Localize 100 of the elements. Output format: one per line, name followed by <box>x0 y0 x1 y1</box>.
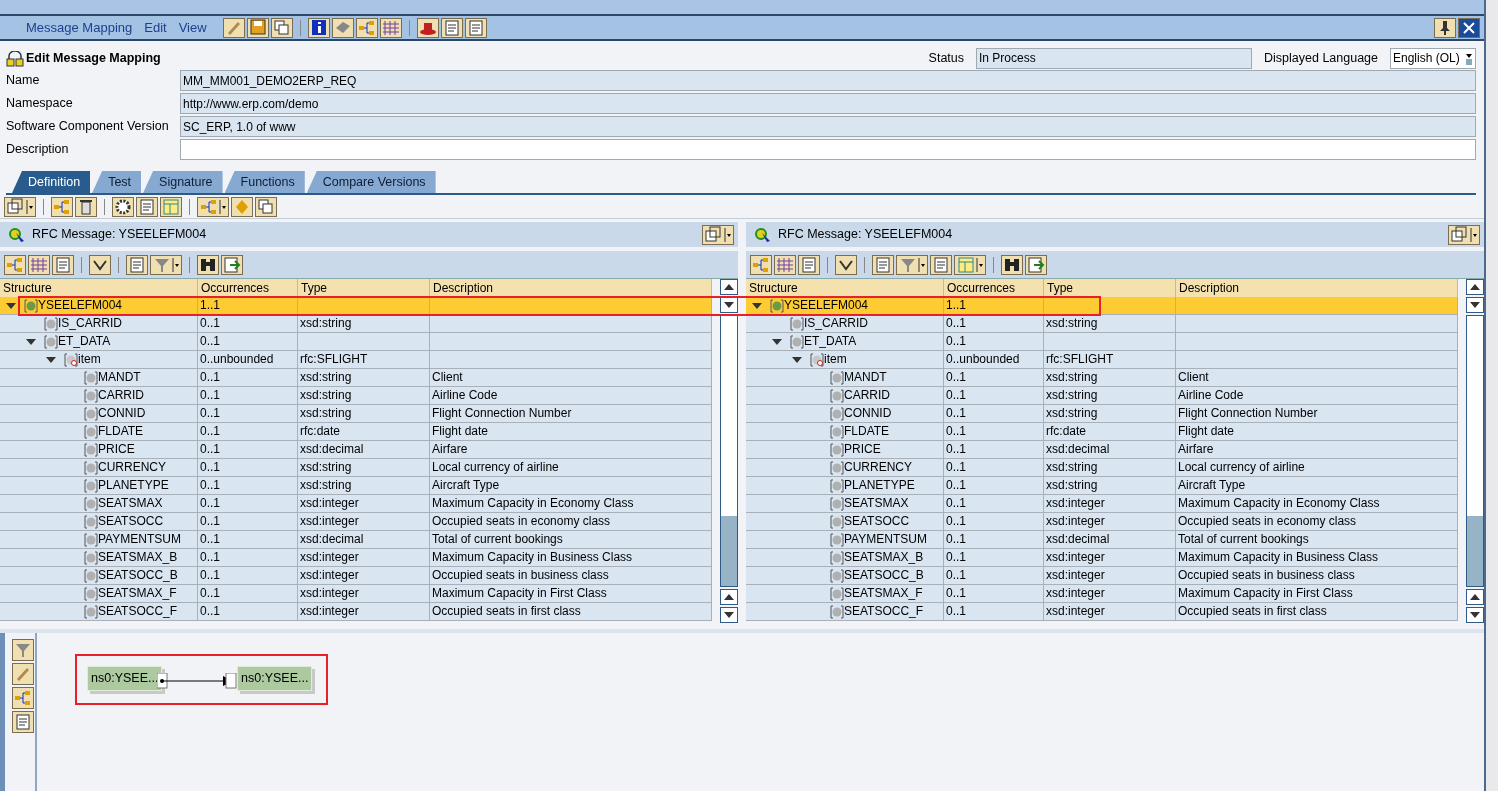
hierarchy-icon[interactable] <box>355 17 378 38</box>
tree-row[interactable]: SEATSMAX_B 0..1 xsd:integer Maximum Capacity in Business Class <box>746 549 1458 567</box>
column-header[interactable]: Type <box>298 279 430 297</box>
document-icon[interactable] <box>126 254 148 275</box>
document-icon[interactable] <box>136 196 158 217</box>
tree-row[interactable]: SEATSMAX_F 0..1 xsd:integer Maximum Capacity in First Class <box>746 585 1458 603</box>
tree-row[interactable]: PLANETYPE 0..1 xsd:string Aircraft Type <box>0 477 712 495</box>
scroll-track[interactable] <box>720 315 738 587</box>
trash-icon[interactable] <box>75 196 97 217</box>
tree-row[interactable]: item 0..unbounded rfc:SFLIGHT <box>746 351 1458 369</box>
window-icon[interactable] <box>4 196 36 217</box>
tree-row[interactable]: YSEELEFM004 1..1 <box>0 297 712 315</box>
scroll-thumb[interactable] <box>1467 516 1483 586</box>
document-icon[interactable] <box>52 254 74 275</box>
document-icon[interactable] <box>872 254 894 275</box>
scroll-up-button[interactable] <box>720 589 738 605</box>
hierarchy-icon[interactable] <box>12 687 34 709</box>
pencil-icon[interactable] <box>222 17 245 38</box>
expand-toggle[interactable] <box>752 302 762 309</box>
hierarchy-icon[interactable] <box>197 196 229 217</box>
tree-row[interactable]: IS_CARRID 0..1 xsd:string <box>746 315 1458 333</box>
tree-row[interactable]: CONNID 0..1 xsd:string Flight Connection Number <box>746 405 1458 423</box>
tree-row[interactable]: SEATSMAX_B 0..1 xsd:integer Maximum Capacity in Business Class <box>0 549 712 567</box>
document-icon[interactable] <box>798 254 820 275</box>
tree-row[interactable]: CURRENCY 0..1 xsd:string Local currency of airline <box>0 459 712 477</box>
tree-row[interactable]: MANDT 0..1 xsd:string Client <box>0 369 712 387</box>
gear-icon[interactable] <box>112 196 134 217</box>
tree-row[interactable]: ET_DATA 0..1 <box>0 333 712 351</box>
menu-item[interactable]: Edit <box>144 17 167 38</box>
copy-icon[interactable] <box>270 17 293 38</box>
grid-icon[interactable] <box>774 254 796 275</box>
grid-icon[interactable] <box>28 254 50 275</box>
expand-toggle[interactable] <box>46 356 56 363</box>
column-header[interactable]: Description <box>430 279 712 297</box>
tree-row[interactable]: SEATSMAX_F 0..1 xsd:integer Maximum Capacity in First Class <box>0 585 712 603</box>
clipboard-icon[interactable] <box>12 711 34 733</box>
tree-row[interactable]: SEATSMAX 0..1 xsd:integer Maximum Capacity in Economy Class <box>0 495 712 513</box>
tree-row[interactable]: PRICE 0..1 xsd:decimal Airfare <box>0 441 712 459</box>
tab[interactable]: Test <box>92 171 142 193</box>
scroll-down-button[interactable] <box>1466 297 1484 313</box>
tree-row[interactable]: PAYMENTSUM 0..1 xsd:decimal Total of current bookings <box>0 531 712 549</box>
filter-icon[interactable] <box>896 254 928 275</box>
tree-row[interactable]: SEATSOCC_B 0..1 xsd:integer Occupied seats in business class <box>746 567 1458 585</box>
copy-icon[interactable] <box>255 196 277 217</box>
document-icon[interactable] <box>440 17 463 38</box>
tree-row[interactable]: FLDATE 0..1 rfc:date Flight date <box>0 423 712 441</box>
hat-icon[interactable] <box>416 17 439 38</box>
scroll-down-button[interactable] <box>1466 607 1484 623</box>
tree-row[interactable]: SEATSOCC_F 0..1 xsd:integer Occupied seats in first class <box>0 603 712 621</box>
scroll-track[interactable] <box>1466 315 1484 587</box>
document-icon[interactable] <box>464 17 487 38</box>
tree-row[interactable]: SEATSMAX 0..1 xsd:integer Maximum Capacity in Economy Class <box>746 495 1458 513</box>
tree-row[interactable]: item 0..unbounded rfc:SFLIGHT <box>0 351 712 369</box>
document-icon[interactable] <box>930 254 952 275</box>
tree-row[interactable]: CARRID 0..1 xsd:string Airline Code <box>746 387 1458 405</box>
text-field[interactable] <box>180 139 1476 160</box>
tree-row[interactable]: CARRID 0..1 xsd:string Airline Code <box>0 387 712 405</box>
close-button[interactable] <box>1458 17 1480 38</box>
pencil-icon[interactable] <box>12 663 34 685</box>
expand-toggle[interactable] <box>792 356 802 363</box>
mapping-node[interactable]: ns0:YSEE... <box>87 666 163 691</box>
info-icon[interactable] <box>307 17 330 38</box>
check-icon[interactable] <box>835 254 857 275</box>
filter-icon[interactable] <box>150 254 182 275</box>
expand-toggle[interactable] <box>6 302 16 309</box>
hierarchy-icon[interactable] <box>750 254 772 275</box>
window-icon[interactable] <box>1448 224 1480 245</box>
layout-icon[interactable] <box>954 254 986 275</box>
column-header[interactable]: Occurrences <box>198 279 298 297</box>
filter-icon[interactable] <box>12 639 34 661</box>
scroll-thumb[interactable] <box>721 516 737 586</box>
tree-row[interactable]: PLANETYPE 0..1 xsd:string Aircraft Type <box>746 477 1458 495</box>
column-header[interactable]: Description <box>1176 279 1458 297</box>
tree-row[interactable]: SEATSOCC 0..1 xsd:integer Occupied seats in economy class <box>746 513 1458 531</box>
tree-row[interactable]: YSEELEFM004 1..1 <box>746 297 1458 315</box>
pin-icon[interactable] <box>1434 17 1456 38</box>
column-header[interactable]: Structure <box>0 279 198 297</box>
column-header[interactable]: Occurrences <box>944 279 1044 297</box>
export-icon[interactable] <box>1025 254 1047 275</box>
tab[interactable]: Signature <box>143 171 223 193</box>
tree-row[interactable]: PRICE 0..1 xsd:decimal Airfare <box>746 441 1458 459</box>
scroll-up-button[interactable] <box>720 279 738 295</box>
mapping-node[interactable]: ns0:YSEE... <box>237 666 313 691</box>
tree-row[interactable]: ET_DATA 0..1 <box>746 333 1458 351</box>
language-dropdown[interactable]: English (OL) <box>1390 47 1476 69</box>
tab[interactable]: Functions <box>224 171 305 193</box>
tree-row[interactable]: FLDATE 0..1 rfc:date Flight date <box>746 423 1458 441</box>
scroll-down-button[interactable] <box>720 607 738 623</box>
tree-row[interactable]: SEATSOCC_B 0..1 xsd:integer Occupied seats in business class <box>0 567 712 585</box>
tree-row[interactable]: IS_CARRID 0..1 xsd:string <box>0 315 712 333</box>
menu-item[interactable]: Message Mapping <box>26 17 133 38</box>
expand-toggle[interactable] <box>26 338 36 345</box>
column-header[interactable]: Type <box>1044 279 1176 297</box>
export-icon[interactable] <box>221 254 243 275</box>
column-header[interactable]: Structure <box>746 279 944 297</box>
layout-icon[interactable] <box>160 196 182 217</box>
tree-row[interactable]: CURRENCY 0..1 xsd:string Local currency of airline <box>746 459 1458 477</box>
tree-row[interactable]: CONNID 0..1 xsd:string Flight Connection Number <box>0 405 712 423</box>
expand-toggle[interactable] <box>772 338 782 345</box>
menu-item[interactable]: View <box>178 17 207 38</box>
